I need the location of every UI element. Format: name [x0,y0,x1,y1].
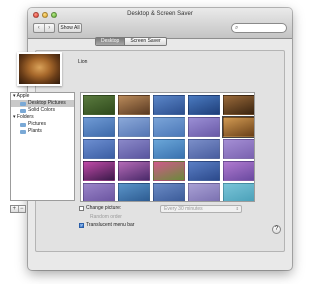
random-order-label: Random order [90,214,122,220]
tab-desktop[interactable]: Desktop [96,38,125,45]
wallpaper-thumbnail[interactable] [188,117,220,137]
nav-buttons: ‹ › [33,23,55,33]
back-button[interactable]: ‹ [34,24,44,32]
forward-button[interactable]: › [43,24,55,32]
group-apple-label: Apple [16,93,30,99]
translucent-menu-bar-label: Translucent menu bar [86,222,135,228]
wallpaper-thumbnail[interactable] [153,117,185,137]
window-title: Desktop & Screen Saver [127,11,193,17]
wallpaper-thumbnail[interactable] [83,95,115,115]
folder-icon [20,122,26,127]
folder-icon [20,129,26,134]
sidebar-item-label: Desktop Pictures [28,100,66,106]
wallpaper-thumbnail[interactable] [153,183,185,201]
wallpaper-thumbnail[interactable] [188,183,220,201]
wallpaper-thumbnail[interactable] [188,95,220,115]
wallpaper-thumbnail[interactable] [223,139,254,159]
translucent-menu-bar-option[interactable]: ✓ Translucent menu bar [79,222,134,228]
folder-icon [20,108,26,113]
random-order-option[interactable]: Random order [90,214,122,220]
preview-image [19,54,60,84]
add-remove-buttons: + − [10,205,26,213]
wallpaper-thumbnail[interactable] [223,95,254,115]
wallpaper-thumbnail[interactable] [83,183,115,201]
help-button[interactable]: ? [272,225,281,234]
wallpaper-thumbnail[interactable] [188,161,220,181]
search-input[interactable] [242,25,284,31]
group-folders-label: Folders [16,114,34,120]
sidebar-item-label: Pictures [28,121,47,127]
wallpaper-thumbnail[interactable] [223,183,254,201]
sidebar-item-solid-colors[interactable]: Solid Colors [11,107,74,114]
source-list: ▾ Apple Desktop Pictures Solid Colors ▾ … [10,92,75,201]
current-picture-name: Lion [78,59,88,65]
search-field[interactable]: ⌕ [231,23,287,33]
current-desktop-preview [17,52,62,86]
group-folders[interactable]: ▾ Folders [11,114,74,121]
sidebar-item-desktop-pictures[interactable]: Desktop Pictures [11,100,74,107]
picture-grid [80,92,255,202]
wallpaper-thumbnail[interactable] [118,139,150,159]
wallpaper-thumbnail[interactable] [223,161,254,181]
wallpaper-thumbnail[interactable] [118,95,150,115]
wallpaper-thumbnail[interactable] [83,139,115,159]
group-apple[interactable]: ▾ Apple [11,93,74,100]
interval-dropdown[interactable]: Every 30 minutes ⇕ [160,205,242,213]
titlebar: Desktop & Screen Saver ‹ › Show All ⌕ [28,8,292,39]
show-all-button[interactable]: Show All [58,23,82,33]
sidebar-item-label: Plants [28,128,42,134]
sidebar-item-label: Solid Colors [28,107,55,113]
wallpaper-thumbnail[interactable] [118,183,150,201]
interval-value: Every 30 minutes [164,206,203,212]
wallpaper-thumbnail[interactable] [118,117,150,137]
tab-bar: Desktop Screen Saver [95,37,167,46]
sidebar-item-plants[interactable]: Plants [11,128,74,135]
chevron-updown-icon: ⇕ [235,206,239,211]
change-picture-label: Change picture: [86,205,122,211]
sidebar-item-pictures[interactable]: Pictures [11,121,74,128]
change-picture-checkbox[interactable] [79,205,84,211]
wallpaper-thumbnail[interactable] [188,139,220,159]
search-icon: ⌕ [235,25,239,31]
wallpaper-thumbnail[interactable] [83,117,115,137]
change-picture-option[interactable]: Change picture: [79,205,121,211]
wallpaper-thumbnail[interactable] [222,116,254,138]
wallpaper-thumbnail[interactable] [83,161,115,181]
wallpaper-thumbnail[interactable] [153,95,185,115]
folder-icon [20,101,26,106]
wallpaper-thumbnail[interactable] [153,139,185,159]
translucent-menu-bar-checkbox[interactable]: ✓ [79,222,84,228]
tab-screen-saver[interactable]: Screen Saver [124,38,166,45]
remove-folder-button[interactable]: − [17,206,26,212]
wallpaper-thumbnail[interactable] [118,161,150,181]
wallpaper-thumbnail[interactable] [153,161,185,181]
